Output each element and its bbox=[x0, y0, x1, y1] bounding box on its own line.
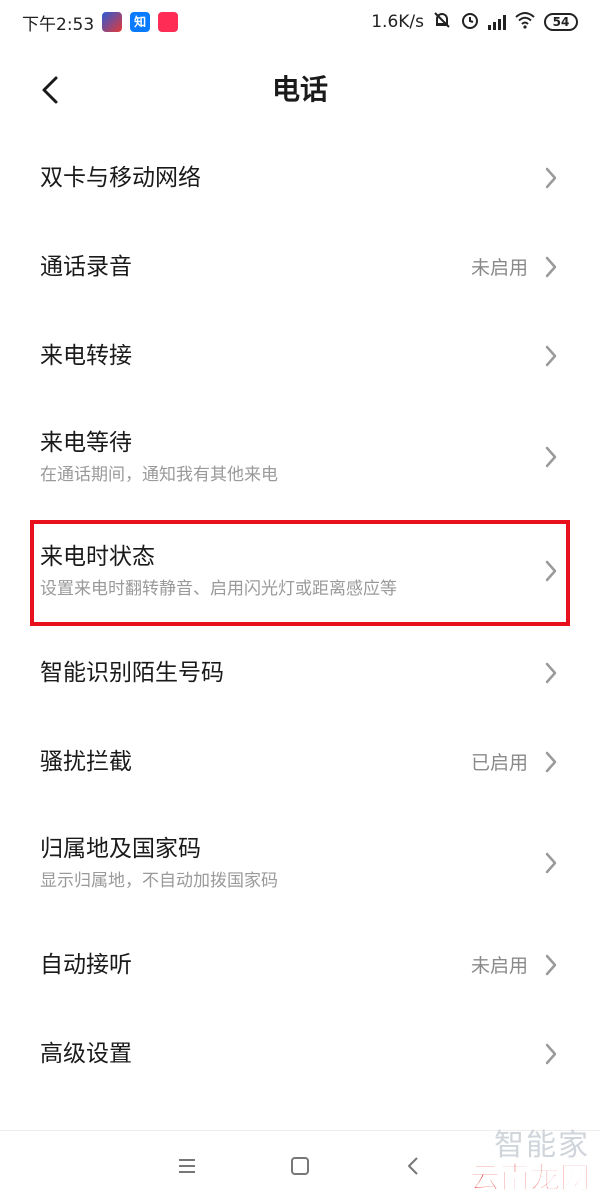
item-auto-answer[interactable]: 自动接听 未启用 bbox=[0, 920, 600, 1009]
alarm-icon bbox=[460, 10, 480, 35]
chevron-right-icon bbox=[544, 750, 558, 774]
chevron-right-icon bbox=[544, 445, 558, 469]
item-text: 来电时状态 设置来电时翻转静音、启用闪光灯或距离感应等 bbox=[40, 540, 544, 602]
net-speed: 1.6K/s bbox=[371, 12, 424, 32]
item-title: 自动接听 bbox=[40, 951, 132, 978]
item-title: 来电等待 bbox=[40, 430, 132, 456]
chevron-right-icon bbox=[544, 166, 558, 190]
settings-list: 双卡与移动网络 通话录音 未启用 来电转接 来电等待 在通话期间，通知我有其他来… bbox=[0, 133, 600, 1098]
item-text: 来电等待 在通话期间，通知我有其他来电 bbox=[40, 426, 544, 488]
title-bar: 电话 bbox=[0, 44, 600, 134]
mute-bell-icon bbox=[432, 10, 452, 35]
chevron-right-icon bbox=[544, 255, 558, 279]
item-text: 归属地及国家码 显示归属地，不自动加拨国家码 bbox=[40, 832, 544, 894]
chevron-right-icon bbox=[544, 953, 558, 977]
item-title: 来电转接 bbox=[40, 342, 132, 369]
watermark-bottom: 云南龙网 bbox=[470, 1161, 591, 1196]
tmall-app-icon bbox=[158, 12, 179, 32]
item-subtitle: 在通话期间，通知我有其他来电 bbox=[40, 465, 278, 485]
item-spam-blocking[interactable]: 骚扰拦截 已启用 bbox=[0, 717, 600, 806]
status-time: 下午2:53 bbox=[22, 14, 95, 35]
item-subtitle: 显示归属地，不自动加拨国家码 bbox=[40, 871, 278, 891]
item-value: 未启用 bbox=[470, 257, 528, 279]
home-square-icon bbox=[290, 1156, 309, 1175]
item-title: 高级设置 bbox=[40, 1040, 132, 1067]
home-button[interactable] bbox=[280, 1146, 320, 1186]
item-text: 通话录音 bbox=[40, 250, 471, 284]
watermark: 智能家 云南龙网 bbox=[470, 1128, 591, 1197]
item-value: 未启用 bbox=[470, 955, 528, 977]
item-title: 来电时状态 bbox=[40, 544, 155, 570]
signal-icon bbox=[488, 14, 506, 30]
phone-settings-screen: 下午2:53 知 1.6K/s 54 电话 双卡与移动网络 通话录音 未启用 来… bbox=[0, 0, 600, 1200]
zhihu-app-icon: 知 bbox=[130, 12, 151, 32]
chevron-right-icon bbox=[544, 851, 558, 875]
wifi-icon bbox=[514, 11, 536, 34]
item-subtitle: 设置来电时翻转静音、启用闪光灯或距离感应等 bbox=[40, 579, 397, 599]
item-title: 双卡与移动网络 bbox=[40, 164, 201, 191]
status-bar: 下午2:53 知 1.6K/s 54 bbox=[0, 0, 600, 44]
chevron-right-icon bbox=[544, 1042, 558, 1066]
item-location-country-code[interactable]: 归属地及国家码 显示归属地，不自动加拨国家码 bbox=[0, 806, 600, 920]
chevron-right-icon bbox=[544, 344, 558, 368]
back-triangle-icon bbox=[408, 1156, 419, 1175]
menu-icon bbox=[178, 1158, 195, 1173]
item-dual-sim[interactable]: 双卡与移动网络 bbox=[0, 133, 600, 222]
item-title: 归属地及国家码 bbox=[40, 836, 201, 862]
item-call-recording[interactable]: 通话录音 未启用 bbox=[0, 222, 600, 311]
item-title: 通话录音 bbox=[40, 253, 132, 280]
item-title: 骚扰拦截 bbox=[40, 748, 132, 775]
status-left: 下午2:53 知 bbox=[22, 10, 179, 35]
nav-back-button[interactable] bbox=[393, 1146, 433, 1186]
item-smart-caller-id[interactable]: 智能识别陌生号码 bbox=[0, 628, 600, 717]
status-right: 1.6K/s 54 bbox=[371, 10, 578, 35]
item-text: 高级设置 bbox=[40, 1037, 544, 1071]
page-title: 电话 bbox=[271, 73, 328, 106]
battery-icon: 54 bbox=[544, 13, 578, 31]
item-call-forwarding[interactable]: 来电转接 bbox=[0, 311, 600, 400]
item-value: 已启用 bbox=[470, 752, 528, 774]
item-incoming-call-status[interactable]: 来电时状态 设置来电时翻转静音、启用闪光灯或距离感应等 bbox=[0, 514, 600, 628]
item-text: 自动接听 bbox=[40, 948, 471, 982]
news-app-icon bbox=[102, 12, 123, 32]
item-text: 来电转接 bbox=[40, 339, 544, 373]
watermark-top: 智能家 bbox=[494, 1128, 590, 1163]
item-text: 智能识别陌生号码 bbox=[40, 656, 544, 690]
item-title: 智能识别陌生号码 bbox=[40, 659, 224, 686]
menu-button[interactable] bbox=[167, 1146, 207, 1186]
item-text: 骚扰拦截 bbox=[40, 745, 471, 779]
item-text: 双卡与移动网络 bbox=[40, 161, 544, 195]
chevron-right-icon bbox=[544, 559, 558, 583]
chevron-right-icon bbox=[544, 661, 558, 685]
item-call-waiting[interactable]: 来电等待 在通话期间，通知我有其他来电 bbox=[0, 400, 600, 514]
item-advanced-settings[interactable]: 高级设置 bbox=[0, 1009, 600, 1098]
